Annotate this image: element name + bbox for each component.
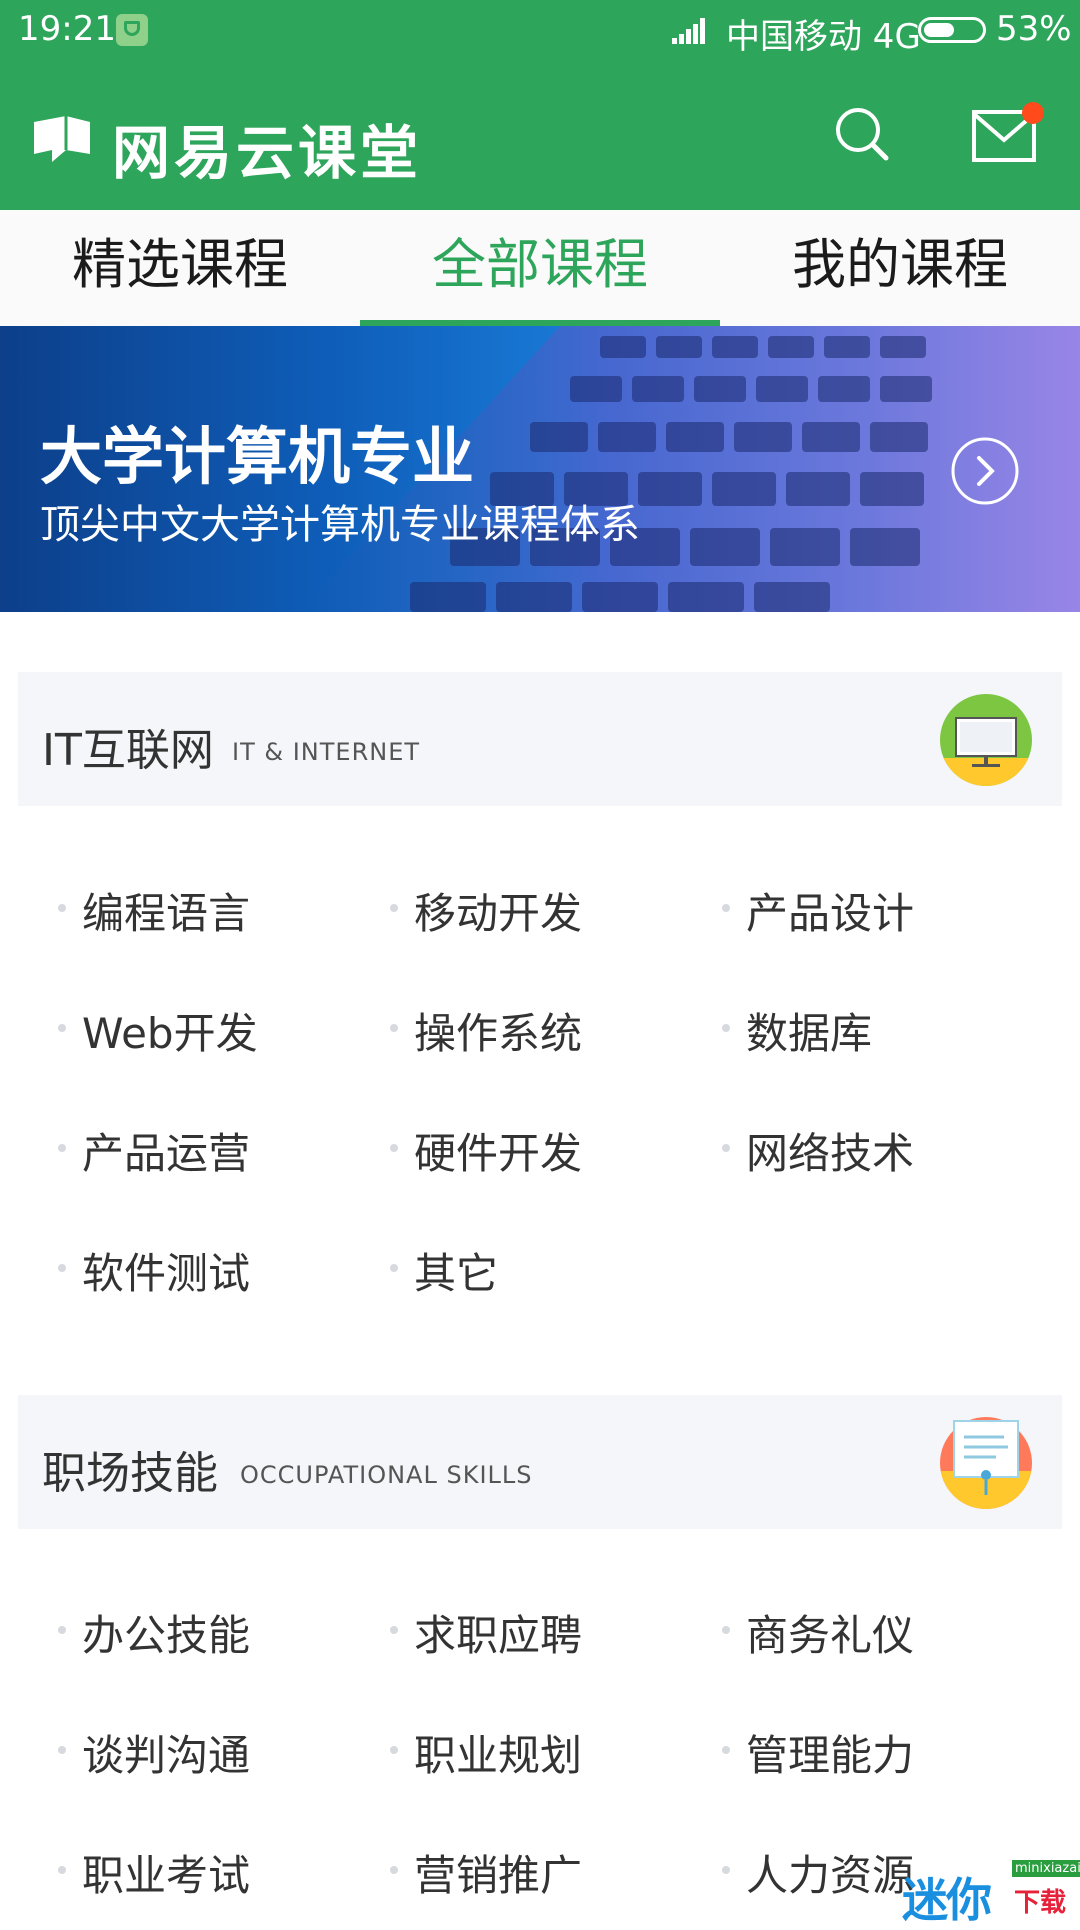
tab-featured-courses[interactable]: 精选课程 bbox=[0, 210, 360, 326]
app-brand-name: 网易云课堂 bbox=[112, 119, 423, 187]
bullet-dot bbox=[722, 1024, 730, 1032]
category-item[interactable]: 编程语言 bbox=[58, 880, 250, 941]
bullet-dot bbox=[722, 1746, 730, 1754]
security-shield-icon bbox=[116, 14, 148, 46]
category-item[interactable]: 产品设计 bbox=[722, 880, 914, 941]
bullet-dot bbox=[722, 1626, 730, 1634]
category-item[interactable]: 操作系统 bbox=[390, 1000, 582, 1061]
bullet-dot bbox=[58, 904, 66, 912]
category-item[interactable]: 人力资源 bbox=[722, 1842, 914, 1903]
category-item[interactable]: 职业规划 bbox=[390, 1722, 582, 1783]
category-item[interactable]: 软件测试 bbox=[58, 1240, 250, 1301]
section-header-it-internet[interactable]: IT互联网 IT & INTERNET bbox=[18, 672, 1062, 806]
bullet-dot bbox=[58, 1264, 66, 1272]
bullet-dot bbox=[390, 1144, 398, 1152]
banner-subtitle: 顶尖中文大学计算机专业课程体系 bbox=[40, 502, 640, 548]
category-item[interactable]: 办公技能 bbox=[58, 1602, 250, 1663]
notification-badge bbox=[1022, 102, 1044, 124]
category-item[interactable]: 管理能力 bbox=[722, 1722, 914, 1783]
search-icon[interactable] bbox=[832, 104, 892, 164]
banner-title: 大学计算机专业 bbox=[40, 420, 475, 493]
section-title: 职场技能 bbox=[42, 1448, 218, 1499]
bullet-dot bbox=[722, 904, 730, 912]
watermark-sub-text: minixiazai bbox=[1012, 1860, 1080, 1877]
category-item[interactable]: 硬件开发 bbox=[390, 1120, 582, 1181]
tab-all-courses[interactable]: 全部课程 bbox=[360, 210, 720, 326]
bullet-dot bbox=[390, 1024, 398, 1032]
watermark-main-text: 迷你 bbox=[902, 1873, 992, 1927]
status-bar: 19:21 中国移动 4G 53% bbox=[0, 0, 1080, 60]
bullet-dot bbox=[722, 1144, 730, 1152]
category-item[interactable]: 谈判沟通 bbox=[58, 1722, 250, 1783]
section-header-occupational-skills[interactable]: 职场技能 OCCUPATIONAL SKILLS bbox=[18, 1395, 1062, 1529]
category-item[interactable]: 产品运营 bbox=[58, 1120, 250, 1181]
bullet-dot bbox=[58, 1746, 66, 1754]
app-header: 网易云课堂 bbox=[0, 60, 1080, 210]
category-item[interactable]: 营销推广 bbox=[390, 1842, 582, 1903]
category-item[interactable]: 商务礼仪 bbox=[722, 1602, 914, 1663]
bullet-dot bbox=[390, 1866, 398, 1874]
category-item[interactable]: Web开发 bbox=[58, 1000, 258, 1061]
category-item[interactable]: 网络技术 bbox=[722, 1120, 914, 1181]
battery-percentage: 53% bbox=[996, 9, 1072, 49]
category-item[interactable]: 移动开发 bbox=[390, 880, 582, 941]
category-item[interactable]: 职业考试 bbox=[58, 1842, 250, 1903]
course-tabs: 精选课程 全部课程 我的课程 bbox=[0, 210, 1080, 327]
bullet-dot bbox=[58, 1144, 66, 1152]
category-item[interactable]: 求职应聘 bbox=[390, 1602, 582, 1663]
bullet-dot bbox=[58, 1024, 66, 1032]
status-time: 19:21 bbox=[18, 9, 116, 49]
status-carrier: 中国移动 4G bbox=[726, 17, 921, 57]
bullet-dot bbox=[722, 1866, 730, 1874]
section-subtitle: OCCUPATIONAL SKILLS bbox=[240, 1461, 533, 1489]
battery-icon bbox=[918, 17, 986, 43]
watermark-tag-text: 下载 bbox=[1014, 1888, 1067, 1918]
bullet-dot bbox=[390, 1746, 398, 1754]
section-title: IT互联网 bbox=[42, 725, 214, 776]
promo-banner[interactable]: 大学计算机专业 顶尖中文大学计算机专业课程体系 bbox=[0, 326, 1080, 612]
site-watermark-logo: 迷你 minixiazai 下载 bbox=[902, 1860, 1080, 1927]
category-item[interactable]: 数据库 bbox=[722, 1000, 872, 1061]
bullet-dot bbox=[58, 1626, 66, 1634]
document-icon bbox=[940, 1417, 1032, 1509]
chevron-right-icon[interactable] bbox=[950, 436, 1020, 506]
app-logo-icon bbox=[34, 116, 90, 162]
category-item[interactable]: 其它 bbox=[390, 1240, 498, 1301]
signal-strength-icon bbox=[672, 18, 710, 44]
bullet-dot bbox=[390, 1264, 398, 1272]
bullet-dot bbox=[58, 1866, 66, 1874]
tab-my-courses[interactable]: 我的课程 bbox=[720, 210, 1080, 326]
bullet-dot bbox=[390, 1626, 398, 1634]
monitor-icon bbox=[940, 694, 1032, 786]
bullet-dot bbox=[390, 904, 398, 912]
section-subtitle: IT & INTERNET bbox=[232, 738, 421, 766]
